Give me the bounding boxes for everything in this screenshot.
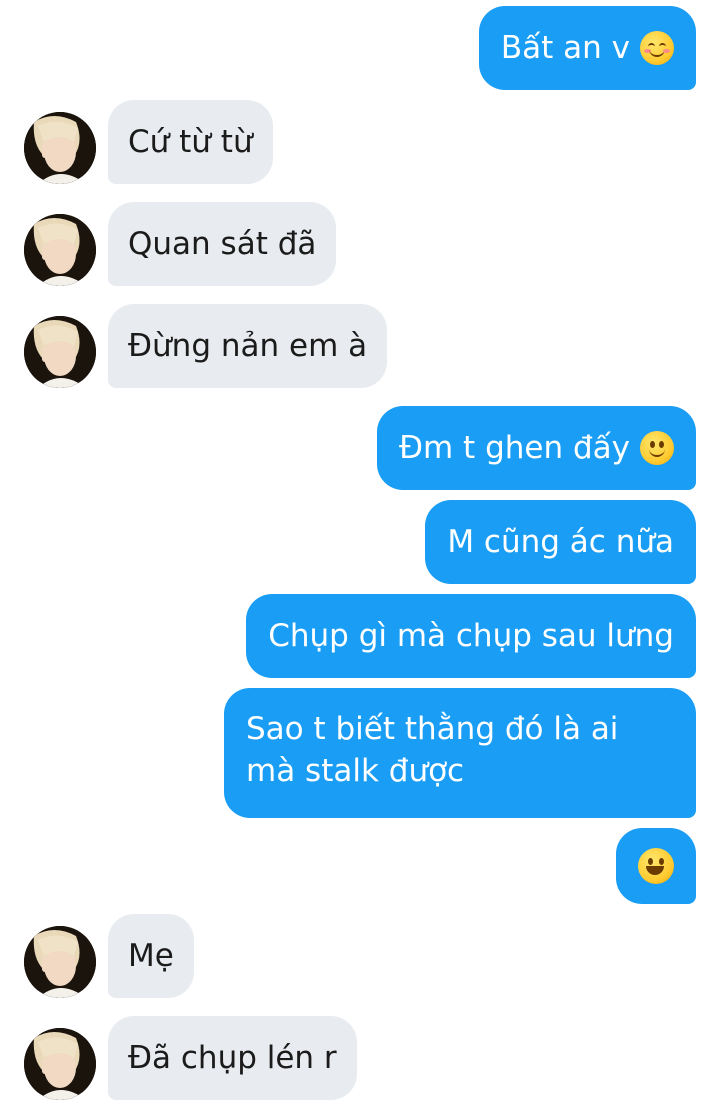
chat-thread[interactable]: Bất an v Cứ từ từ Quan sát đã Đừng nản e… (0, 0, 720, 1102)
outgoing-message[interactable]: Bất an v (478, 6, 696, 90)
outgoing-message[interactable] (616, 828, 696, 904)
message-text: Sao t biết thằng đó là ai mà stalk được (246, 711, 619, 789)
contact-avatar[interactable] (24, 214, 96, 286)
message-text: Đừng nản em à (128, 328, 368, 364)
message-text: Cứ từ từ (128, 124, 253, 160)
outgoing-message[interactable]: Đm t ghen đấy (376, 406, 696, 490)
slight-smile-emoji-icon (640, 431, 674, 465)
outgoing-message[interactable]: Chụp gì mà chụp sau lưng (246, 594, 696, 678)
contact-avatar[interactable] (24, 926, 96, 998)
message-text: M cũng ác nữa (447, 524, 674, 560)
message-text: Đã chụp lén r (128, 1040, 337, 1076)
message-text: Chụp gì mà chụp sau lưng (268, 618, 674, 654)
contact-avatar[interactable] (24, 316, 96, 388)
outgoing-message[interactable]: M cũng ác nữa (425, 500, 696, 584)
message-text: Bất an v (500, 30, 630, 66)
incoming-message[interactable]: Quan sát đã (108, 202, 337, 286)
message-text: Quan sát đã (128, 226, 317, 262)
contact-avatar[interactable] (24, 112, 96, 184)
incoming-message[interactable]: Cứ từ từ (108, 100, 273, 184)
incoming-message[interactable]: Mẹ (108, 914, 194, 998)
message-text: Mẹ (128, 938, 174, 974)
message-text: Đm t ghen đấy (398, 430, 630, 466)
grinning-emoji-icon (638, 848, 674, 884)
smiling-blush-emoji-icon (640, 31, 674, 65)
incoming-message[interactable]: Đừng nản em à (108, 304, 388, 388)
outgoing-message[interactable]: Sao t biết thằng đó là ai mà stalk được (224, 688, 696, 818)
contact-avatar[interactable] (24, 1028, 96, 1100)
incoming-message[interactable]: Đã chụp lén r (108, 1016, 357, 1100)
